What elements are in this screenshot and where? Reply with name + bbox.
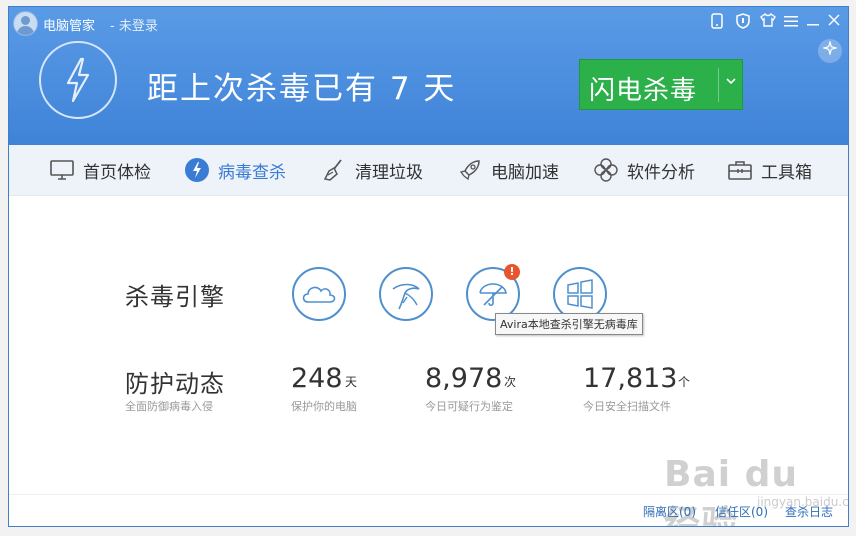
tab-label: 软件分析	[627, 162, 695, 183]
sparkle-icon[interactable]	[818, 39, 842, 63]
main-nav: 首页体检 病毒查杀 清理垃圾 电脑加速 软件分析 工具箱	[9, 145, 848, 196]
menu-icon[interactable]	[781, 13, 801, 33]
eagle-engine-icon[interactable]	[379, 267, 433, 321]
protected-days-value: 248	[291, 363, 343, 394]
lightning-icon	[184, 157, 210, 183]
protected-days-label: 保护你的电脑	[291, 400, 357, 413]
protection-title: 防护动态	[125, 370, 225, 398]
tab-clean-junk[interactable]: 清理垃圾	[321, 145, 423, 195]
phone-icon[interactable]	[707, 13, 727, 33]
shield-icon[interactable]	[733, 13, 753, 33]
flash-scan-button[interactable]: 闪电杀毒	[579, 59, 743, 110]
engine-tooltip: Avira本地查杀引擎无病毒库	[495, 313, 643, 335]
footer-divider	[9, 494, 848, 495]
suspicious-actions-unit: 次	[504, 375, 517, 389]
tab-software-analysis[interactable]: 软件分析	[593, 145, 695, 195]
tab-speed-up[interactable]: 电脑加速	[457, 145, 559, 195]
avatar[interactable]	[13, 11, 38, 36]
quarantine-link[interactable]: 隔离区(0)	[643, 503, 696, 520]
tab-virus-scan[interactable]: 病毒查杀	[184, 145, 286, 195]
engine-section-title: 杀毒引擎	[125, 283, 225, 311]
tab-label: 病毒查杀	[218, 162, 286, 183]
flower-icon	[593, 157, 619, 183]
suspicious-actions-value: 8,978	[425, 363, 503, 394]
protected-days-unit: 天	[345, 375, 358, 389]
suspicious-actions-label: 今日可疑行为鉴定	[425, 400, 513, 413]
shirt-icon[interactable]	[758, 12, 778, 33]
minimize-icon[interactable]	[803, 13, 823, 33]
monitor-icon	[49, 157, 75, 183]
rocket-icon	[457, 157, 483, 183]
tab-toolbox[interactable]: 工具箱	[727, 145, 812, 195]
flash-scan-label: 闪电杀毒	[589, 76, 698, 106]
scanned-files-label: 今日安全扫描文件	[583, 400, 671, 413]
scan-log-link[interactable]: 查杀日志	[785, 503, 833, 520]
scanned-files-unit: 个	[678, 375, 691, 389]
warning-badge: !	[504, 264, 520, 280]
tab-label: 工具箱	[761, 162, 812, 183]
days-since-scan-headline: 距上次杀毒已有 7 天	[147, 71, 457, 107]
tab-label: 清理垃圾	[355, 162, 423, 183]
app-title: 电脑管家	[43, 19, 96, 34]
chevron-down-icon[interactable]	[722, 75, 740, 93]
tab-label: 首页体检	[83, 162, 151, 183]
trust-zone-link[interactable]: 信任区(0)	[715, 503, 768, 520]
tab-label: 电脑加速	[491, 162, 559, 183]
close-icon[interactable]	[824, 13, 844, 33]
broom-icon	[321, 157, 347, 183]
login-status[interactable]: - 未登录	[110, 15, 158, 34]
header-banner: 电脑管家 - 未登录 距上次杀毒已有 7 天 闪电杀毒	[9, 7, 848, 145]
toolbox-icon	[727, 157, 753, 183]
tab-home-checkup[interactable]: 首页体检	[49, 145, 151, 195]
scanned-files-value: 17,813	[583, 363, 678, 394]
cloud-engine-icon[interactable]	[292, 267, 346, 321]
lightning-logo-icon	[39, 41, 117, 119]
protection-subtitle: 全面防御病毒入侵	[125, 400, 213, 413]
app-window: 电脑管家 - 未登录 距上次杀毒已有 7 天 闪电杀毒 首页体检 病毒查杀 清理…	[8, 6, 849, 527]
